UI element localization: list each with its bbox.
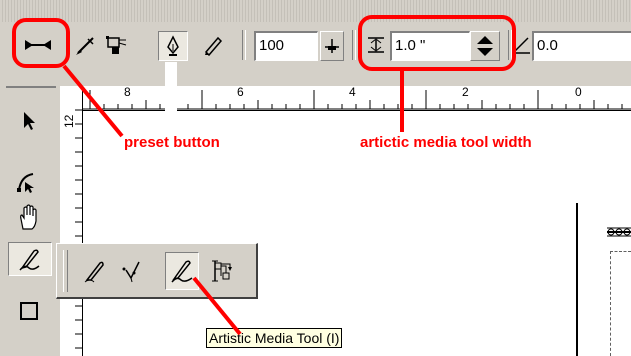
sprayer-icon [106, 36, 127, 54]
width-annotation: artictic media tool width [360, 134, 532, 151]
toolbox-grip [6, 86, 56, 88]
pick-tool-button[interactable] [14, 106, 44, 136]
sprayer-button[interactable] [102, 32, 132, 58]
rectangle-tool-button[interactable] [14, 296, 44, 326]
ruler-label: 8 [124, 85, 131, 99]
pan-tool-button[interactable] [12, 201, 46, 233]
property-bar: 100 1.0 " 0.0 [0, 0, 631, 86]
flyout-grip [63, 250, 68, 292]
ruler-label: 0 [575, 85, 582, 99]
toolbar-hatch [0, 0, 631, 22]
smoothing-slider-button[interactable] [320, 31, 344, 61]
toolbar-separator [352, 30, 356, 60]
tooltip: Artistic Media Tool (I) [206, 328, 343, 348]
bezier-icon [122, 261, 140, 283]
pressure-brush-button[interactable] [72, 32, 100, 58]
ruler-label: 6 [237, 85, 244, 99]
pick-arrow-icon [24, 112, 35, 130]
width-highlight [358, 15, 516, 71]
guide-dashed [610, 251, 612, 356]
artistic-media-icon [171, 260, 193, 283]
pen-icon [76, 37, 94, 55]
flyout-artistic-media-button[interactable] [165, 252, 199, 290]
pressure-button[interactable] [198, 32, 226, 58]
toolbox [0, 86, 60, 356]
artistic-media-tool-button[interactable] [8, 242, 52, 276]
angle-input[interactable]: 0.0 [532, 31, 631, 61]
calligraphic-button[interactable] [158, 31, 188, 61]
nib-icon [167, 35, 179, 56]
ruler-label: 2 [462, 85, 469, 99]
hand-icon [20, 204, 37, 230]
shape-tool-icon [17, 173, 34, 193]
toolbar-separator [242, 30, 246, 60]
connector-icon [214, 262, 230, 280]
flyout-connector-button[interactable] [208, 255, 236, 287]
horizontal-ruler[interactable]: 8 6 4 2 0 [82, 85, 631, 111]
ruler-ticks [82, 90, 631, 110]
flyout-freehand-button[interactable] [79, 254, 109, 288]
plus-slider-icon [325, 39, 339, 53]
pencil-icon [204, 36, 223, 56]
shape-tool-button[interactable] [12, 166, 46, 196]
freehand-smoothing-input[interactable]: 100 [254, 31, 318, 61]
object-handle-icon[interactable] [605, 219, 631, 245]
preset-highlight [12, 18, 70, 68]
preset-annotation: preset button [124, 134, 220, 151]
ruler-label: 12 [62, 114, 76, 128]
vertical-ruler[interactable]: 12 [60, 86, 83, 356]
rectangle-icon [20, 302, 38, 320]
page-border [576, 203, 578, 356]
guide-dashed-top [610, 251, 631, 253]
artistic-media-icon [19, 249, 40, 271]
ruler-label: 4 [349, 85, 356, 99]
freehand-pen-icon [84, 261, 104, 283]
flyout-bezier-button[interactable] [117, 254, 147, 288]
